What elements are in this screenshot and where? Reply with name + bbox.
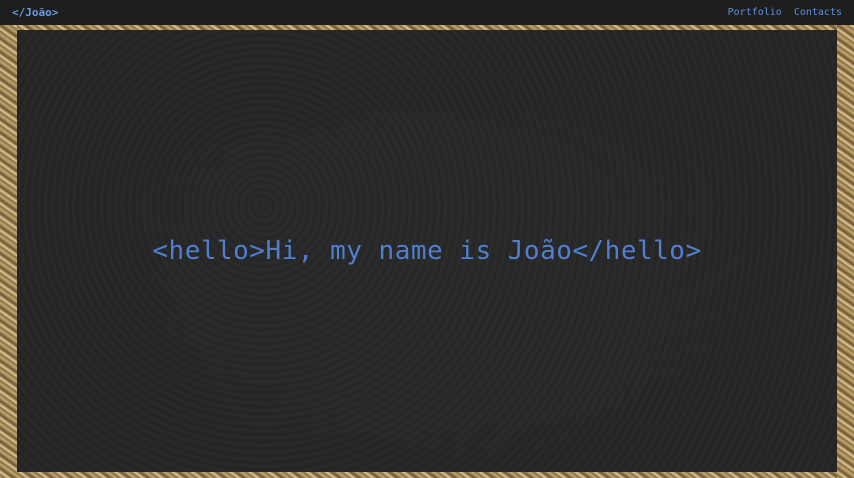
nav-links: Portfolio Contacts (728, 7, 842, 18)
background-grain-left (0, 25, 17, 478)
background-grain-right (837, 25, 854, 478)
nav-link-portfolio[interactable]: Portfolio (728, 7, 782, 18)
background-grain-bottom (0, 472, 854, 478)
hero-title: <hello>Hi, my name is João</hello> (152, 236, 702, 266)
hero-overlay: <hello>Hi, my name is João</hello> (17, 30, 837, 472)
brand-logo-link[interactable]: </João> (12, 6, 58, 19)
nav-link-contacts[interactable]: Contacts (794, 7, 842, 18)
top-navbar: </João> Portfolio Contacts (0, 0, 854, 25)
